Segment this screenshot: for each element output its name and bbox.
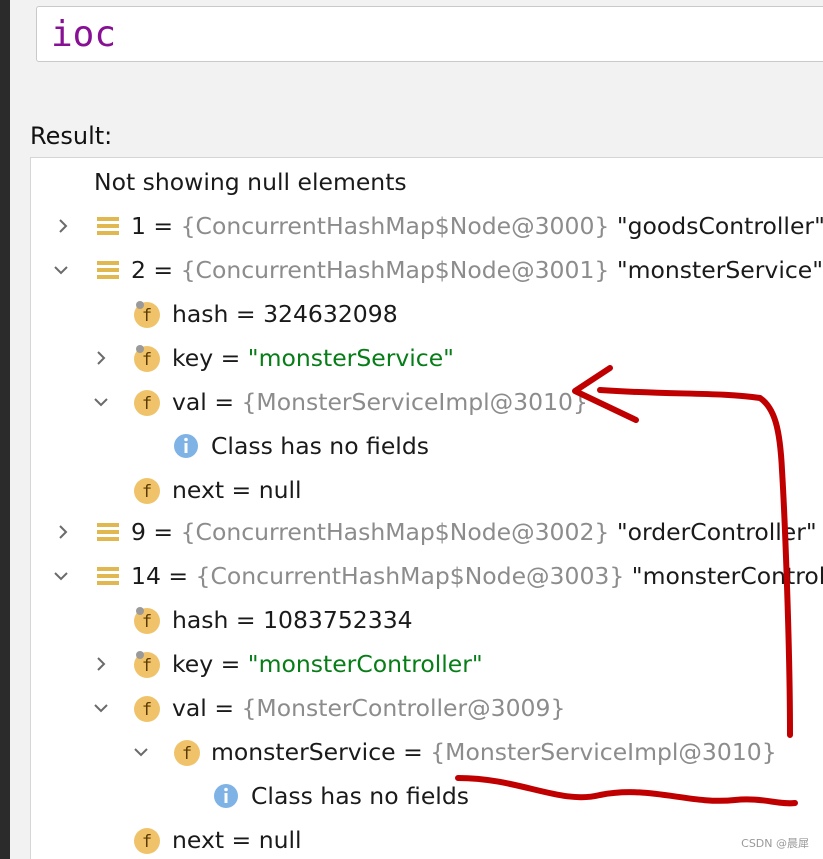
entry-index: 2 — [131, 256, 146, 284]
field-icon: f — [132, 343, 162, 373]
val-type: {MonsterController@3009} — [241, 694, 566, 722]
next-value: null — [258, 826, 302, 854]
field-icon: f — [172, 737, 202, 767]
svg-text:f: f — [142, 306, 152, 326]
svg-text:f: f — [142, 832, 152, 852]
tree-row-entry-2[interactable]: 2 = {ConcurrentHashMap$Node@3001} "monst… — [31, 248, 823, 292]
field-type: {MonsterServiceImpl@3010} — [430, 738, 777, 766]
null-elements-note: Not showing null elements — [94, 168, 407, 196]
map-entry-icon — [93, 561, 123, 591]
tree-row-next[interactable]: f next = null — [31, 818, 823, 859]
tree-row-entry-9[interactable]: 9 = {ConcurrentHashMap$Node@3002} "order… — [31, 510, 823, 554]
chevron-down-icon[interactable] — [53, 262, 69, 278]
hash-value: 1083752334 — [263, 606, 413, 634]
entry-index: 9 — [131, 518, 146, 546]
result-label: Result: — [30, 122, 113, 150]
info-icon — [172, 432, 202, 462]
result-tree[interactable]: Not showing null elements 1 = {Concurren… — [30, 157, 823, 859]
key-value: "monsterController" — [247, 650, 483, 678]
entry-key-string: "monsterController" — [631, 562, 823, 590]
tree-row-entry-14[interactable]: 14 = {ConcurrentHashMap$Node@3003} "mons… — [31, 554, 823, 598]
svg-text:f: f — [142, 350, 152, 370]
entry-type: {ConcurrentHashMap$Node@3002} — [180, 518, 610, 546]
chevron-down-icon[interactable] — [133, 744, 149, 760]
tree-row-info: Class has no fields — [31, 774, 823, 818]
tree-row-val[interactable]: f val = {MonsterController@3009} — [31, 686, 823, 730]
field-icon: f — [132, 693, 162, 723]
field-icon: f — [132, 649, 162, 679]
tree-row-entry-1[interactable]: 1 = {ConcurrentHashMap$Node@3000} "goods… — [31, 204, 823, 248]
evaluate-panel: ioc Result: Not showing null elements 1 … — [10, 0, 823, 859]
chevron-right-icon[interactable] — [55, 218, 71, 234]
entry-key-string: "monsterService" — [616, 256, 823, 284]
chevron-down-icon[interactable] — [93, 700, 109, 716]
tree-row-monster-service-field[interactable]: f monsterService = {MonsterServiceImpl@3… — [31, 730, 823, 774]
svg-text:f: f — [142, 612, 152, 632]
svg-text:f: f — [142, 700, 152, 720]
watermark: CSDN @晨犀 — [741, 837, 809, 850]
entry-type: {ConcurrentHashMap$Node@3000} — [180, 212, 610, 240]
chevron-right-icon[interactable] — [55, 524, 71, 540]
chevron-down-icon[interactable] — [93, 394, 109, 410]
svg-text:f: f — [142, 656, 152, 676]
chevron-right-icon[interactable] — [93, 350, 109, 366]
field-icon: f — [132, 825, 162, 855]
chevron-right-icon[interactable] — [93, 656, 109, 672]
field-icon: f — [132, 387, 162, 417]
tree-row-info: Class has no fields — [31, 424, 823, 468]
field-icon: f — [132, 475, 162, 505]
tree-row-hash[interactable]: f hash = 1083752334 — [31, 598, 823, 642]
entry-index: 14 — [131, 562, 161, 590]
tree-row-hash[interactable]: f hash = 324632098 — [31, 292, 823, 336]
info-icon — [212, 782, 242, 812]
val-type: {MonsterServiceImpl@3010} — [241, 388, 588, 416]
entry-key-string: "orderController" — [616, 518, 817, 546]
map-entry-icon — [93, 255, 123, 285]
next-value: null — [258, 476, 302, 504]
entry-key-string: "goodsController" — [616, 212, 823, 240]
svg-text:f: f — [142, 482, 152, 502]
tree-row-next[interactable]: f next = null — [31, 468, 823, 512]
tree-row-key[interactable]: f key = "monsterController" — [31, 642, 823, 686]
expression-input[interactable]: ioc — [36, 6, 823, 62]
key-value: "monsterService" — [247, 344, 454, 372]
map-entry-icon — [93, 211, 123, 241]
field-icon: f — [132, 299, 162, 329]
map-entry-icon — [93, 517, 123, 547]
entry-type: {ConcurrentHashMap$Node@3001} — [180, 256, 610, 284]
hash-value: 324632098 — [263, 300, 398, 328]
expression-text: ioc — [51, 14, 117, 55]
entry-type: {ConcurrentHashMap$Node@3003} — [195, 562, 625, 590]
tree-row-key[interactable]: f key = "monsterService" — [31, 336, 823, 380]
field-icon: f — [132, 605, 162, 635]
entry-index: 1 — [131, 212, 146, 240]
svg-text:f: f — [142, 394, 152, 414]
chevron-down-icon[interactable] — [53, 568, 69, 584]
svg-text:f: f — [182, 744, 192, 764]
tree-row-val[interactable]: f val = {MonsterServiceImpl@3010} — [31, 380, 823, 424]
